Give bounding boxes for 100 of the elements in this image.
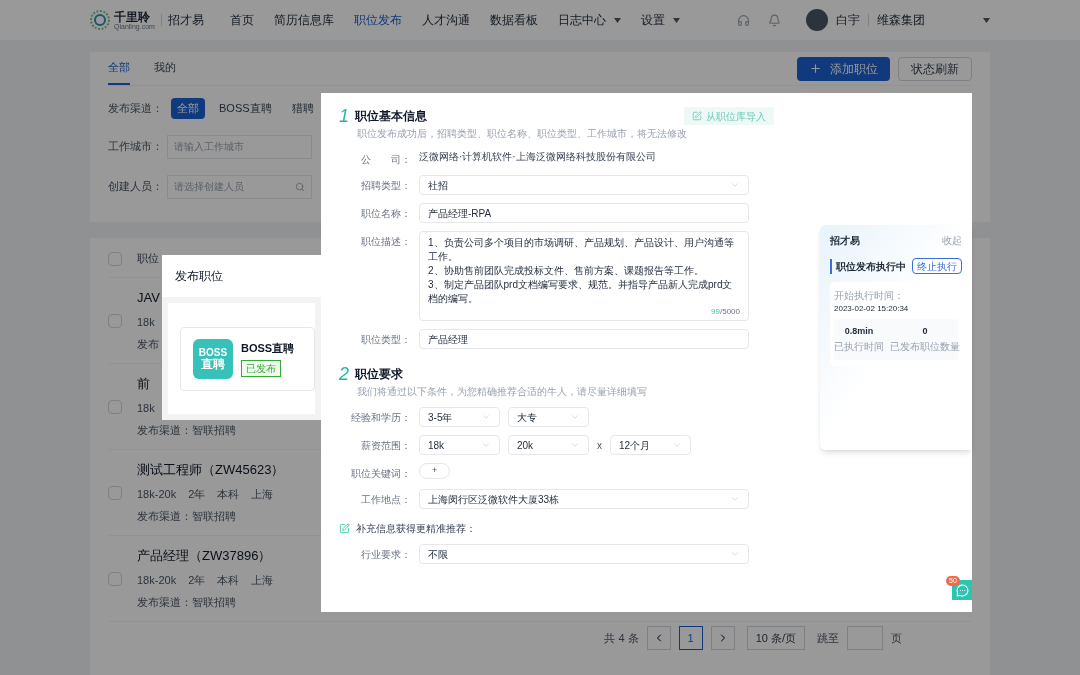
bell-icon[interactable]	[768, 13, 781, 27]
tab[interactable]: 我的	[154, 52, 176, 85]
task-status: 职位发布执行中	[830, 258, 906, 274]
position-title[interactable]: 测试工程师（ZW45623）	[137, 460, 285, 480]
headset-icon[interactable]	[737, 13, 750, 27]
channel-text: 发布渠道：智联招聘	[137, 423, 236, 439]
position-title[interactable]: JAV	[137, 288, 160, 308]
checkbox[interactable]	[108, 251, 122, 266]
page-size-select[interactable]: 10 条/页	[746, 626, 805, 650]
channel-filter[interactable]: 猎聘	[285, 98, 320, 119]
chevron-down-icon	[730, 180, 740, 190]
stat-value: 0.8min	[844, 325, 874, 338]
org-name[interactable]: 维森集团	[877, 11, 925, 29]
nav-item[interactable]: 首页	[229, 11, 254, 29]
filter-label: 工作城市：	[108, 139, 163, 155]
chevron-down-icon	[570, 440, 580, 450]
channel-text: 发布渠道：智联招聘	[137, 509, 237, 525]
jump-input[interactable]	[847, 626, 883, 650]
chat-icon	[955, 583, 969, 597]
position-meta: 上海	[251, 572, 274, 588]
select-field[interactable]: 大专	[508, 407, 589, 427]
previous-page-button[interactable]	[646, 626, 671, 650]
status-tag: 已发布	[241, 360, 281, 378]
edit-icon	[339, 523, 350, 534]
stat-label: 已发布职位数量	[890, 339, 960, 354]
position-meta: 18k-20k	[137, 572, 177, 588]
page-suffix: 页	[891, 630, 902, 646]
next-page-button[interactable]	[710, 626, 735, 650]
field-label: 工作地点：	[360, 493, 411, 507]
stat-label: 已执行时间	[834, 339, 884, 354]
select-field[interactable]: 12个月	[610, 435, 691, 455]
add-position-button[interactable]: 添加职位	[797, 56, 890, 81]
plus-icon	[809, 62, 822, 75]
select-field[interactable]: 不限	[419, 544, 749, 564]
chevron-down-icon	[481, 412, 491, 422]
channel-filter[interactable]: 全部	[171, 98, 205, 119]
stop-button[interactable]: 终止执行	[912, 258, 962, 274]
step-number: 1	[339, 107, 349, 125]
section-title: 职位要求	[355, 366, 403, 383]
nav-item[interactable]: 日志中心	[557, 11, 621, 29]
start-label: 开始执行时间：	[834, 289, 904, 303]
caret-icon	[613, 17, 621, 23]
checkbox[interactable]	[108, 571, 122, 586]
nav-item[interactable]: 设置	[640, 11, 680, 29]
position-title[interactable]: 产品经理（ZW37896）	[137, 546, 274, 566]
input-field[interactable]: 产品经理-RPA	[419, 203, 749, 223]
filter-label: 发布渠道：	[108, 101, 163, 116]
page-button[interactable]: 1	[678, 626, 703, 650]
edit-icon	[692, 111, 702, 121]
position-meta: 2年	[188, 572, 206, 588]
checkbox[interactable]	[108, 313, 122, 328]
select-field[interactable]: 18k	[419, 435, 500, 455]
checkbox[interactable]	[108, 399, 122, 414]
char-limit: /5000	[719, 306, 740, 318]
chevron-down-icon	[730, 549, 740, 559]
caret-icon	[672, 17, 680, 23]
caret-icon[interactable]	[983, 17, 990, 23]
select-field[interactable]: 社招	[419, 175, 749, 195]
total-count: 共 4 条	[604, 630, 639, 646]
section-title: 职位基本信息	[355, 108, 427, 125]
nav-item[interactable]: 简历信息库	[273, 11, 334, 29]
channel-text: 发布渠道：智联招聘	[137, 595, 237, 611]
avatar[interactable]	[806, 9, 828, 31]
step-number: 2	[339, 365, 349, 383]
channel-text: 发布	[137, 337, 160, 353]
filter-label: 创建人员：	[108, 179, 163, 195]
user-name: 白宇	[836, 12, 860, 29]
product-name: 招才易	[167, 12, 204, 29]
section-hint: 我们将通过以下条件，为您精确推荐合适的牛人，请尽量详细填写	[357, 385, 648, 399]
nav-item[interactable]: 人才沟通	[421, 11, 470, 29]
company-text: 泛微网络·计算机软件·上海泛微网络科技股份有限公司	[419, 150, 656, 164]
field-label: 行业要求：	[360, 548, 411, 562]
refresh-status-button[interactable]: 状态刷新	[898, 56, 972, 81]
channel-name: BOSS直聘	[241, 340, 295, 356]
select-field[interactable]: 3-5年	[419, 407, 500, 427]
position-meta: 本科	[217, 572, 240, 588]
nav-item[interactable]: 职位发布	[353, 11, 402, 29]
tab[interactable]: 全部	[108, 52, 130, 85]
field-label: 职位类型：	[360, 333, 411, 347]
channel-card[interactable]: BOSS 直聘 BOSS直聘 已发布	[180, 326, 315, 391]
dialog-title: 发布职位	[175, 268, 223, 285]
chevron-down-icon	[672, 440, 682, 450]
input-field[interactable]: 产品经理	[419, 329, 749, 349]
checkbox[interactable]	[108, 485, 122, 500]
channel-filter[interactable]: BOSS直聘	[213, 98, 278, 119]
position-meta: 本科	[217, 486, 240, 502]
nav-item[interactable]: 数据看板	[489, 11, 538, 29]
field-label: 招聘类型：	[360, 179, 411, 193]
column-header: 职位	[137, 251, 159, 267]
position-meta: 18k	[137, 400, 155, 416]
position-meta: 18k	[137, 314, 155, 330]
stat-value: 0	[922, 325, 928, 338]
description-textarea[interactable]: 1、负责公司多个项目的市场调研、产品规划、产品设计、用户沟通等工作。 2、协助售前团队完成投标文件、售前方案、课题报告等工作。 3、制定产品团队prd文档编写要求、规范。并指导产品新人完成prd文档的编写。 99/5000	[419, 231, 749, 321]
select-field[interactable]: 20k	[508, 435, 589, 455]
field-label: 公 司：	[360, 153, 411, 167]
field-label: 经验和学历：	[350, 411, 411, 425]
select-field[interactable]: 上海闵行区泛微软件大厦33栋	[419, 489, 749, 509]
position-meta: 上海	[251, 486, 274, 502]
position-meta: 2年	[188, 486, 206, 502]
chevron-down-icon	[570, 412, 580, 422]
